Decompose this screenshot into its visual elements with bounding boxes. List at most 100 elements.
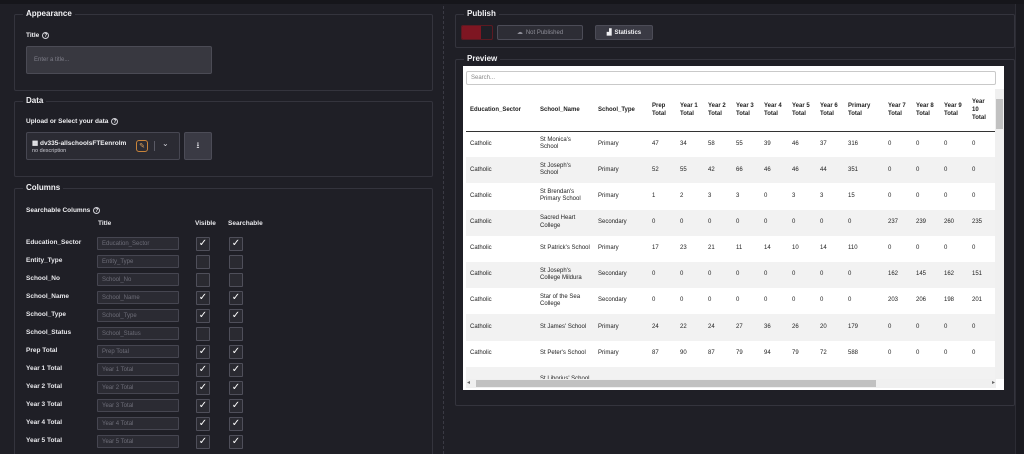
column-title-input[interactable]: Education_Sector <box>97 237 179 250</box>
column-title-input[interactable]: School_Name <box>97 291 179 304</box>
column-title-input[interactable]: School_No <box>97 273 179 286</box>
table-cell <box>732 366 760 379</box>
column-name: Year 4 Total <box>26 419 63 426</box>
visible-checkbox[interactable]: ✓ <box>196 381 210 395</box>
visible-checkbox[interactable]: ✓ <box>196 309 210 323</box>
column-title-input[interactable]: Year 5 Total <box>97 435 179 448</box>
table-cell: 44 <box>816 157 844 184</box>
table-cell: 1 <box>652 192 656 199</box>
column-title-input[interactable]: Year 1 Total <box>97 363 179 376</box>
chevron-down-icon[interactable]: ⌄ <box>162 139 169 148</box>
table-header-cell[interactable]: School_Name <box>536 89 594 132</box>
table-cell: Primary <box>594 157 648 184</box>
visible-checkbox[interactable] <box>196 255 210 269</box>
table-header-cell[interactable]: Year 4 Total <box>760 89 788 132</box>
table-header-cell[interactable]: Year 6 Total <box>816 89 844 132</box>
table-header-cell[interactable]: Year 3 Total <box>732 89 760 132</box>
table-cell: 237 <box>884 209 912 236</box>
table-cell: 52 <box>648 157 676 184</box>
table-header-cell[interactable]: Year 2 Total <box>704 89 732 132</box>
column-title-input[interactable]: School_Type <box>97 309 179 322</box>
table-cell <box>940 366 968 379</box>
searchable-checkbox[interactable] <box>229 273 243 287</box>
visible-checkbox[interactable]: ✓ <box>196 399 210 413</box>
searchable-checkbox[interactable]: ✓ <box>229 345 243 359</box>
table-header-cell[interactable]: Year 9 Total <box>940 89 968 132</box>
searchable-checkbox[interactable]: ✓ <box>229 291 243 305</box>
scroll-right-icon[interactable]: ▸ <box>992 379 995 386</box>
column-title-input[interactable]: Year 2 Total <box>97 381 179 394</box>
table-header-cell[interactable]: Prep Total <box>648 89 676 132</box>
column-title-input[interactable]: Year 4 Total <box>97 417 179 430</box>
searchable-checkbox[interactable] <box>229 255 243 269</box>
table-header-cell[interactable]: Year 10 Total <box>968 89 996 132</box>
searchable-checkbox[interactable]: ✓ <box>229 363 243 377</box>
horizontal-scrollbar[interactable]: ◂ ▸ <box>466 379 996 388</box>
visible-checkbox[interactable]: ✓ <box>196 237 210 251</box>
search-input[interactable]: Search... <box>466 71 996 85</box>
searchable-checkbox[interactable]: ✓ <box>229 381 243 395</box>
table-cell: 0 <box>792 297 796 304</box>
column-title-input[interactable]: Prep Total <box>97 345 179 358</box>
searchable-checkbox[interactable]: ✓ <box>229 417 243 431</box>
visible-checkbox[interactable]: ✓ <box>196 291 210 305</box>
table-header-cell[interactable]: Year 8 Total <box>912 89 940 132</box>
table-cell: 0 <box>648 261 676 289</box>
visible-checkbox[interactable]: ✓ <box>196 363 210 377</box>
table-row: St Liborius' School <box>466 366 996 379</box>
table-cell: 145 <box>912 261 940 289</box>
searchable-checkbox[interactable] <box>229 327 243 341</box>
table-cell <box>760 366 788 379</box>
publish-toggle[interactable] <box>461 25 493 40</box>
dataset-name: dv335-allschoolsFTEenrolm <box>39 140 127 147</box>
table-cell: Primary <box>598 192 619 199</box>
table-header-cell[interactable]: Year 1 Total <box>676 89 704 132</box>
table-cell: 316 <box>848 140 859 147</box>
searchable-checkbox[interactable]: ✓ <box>229 399 243 413</box>
vertical-scrollbar[interactable] <box>995 89 1004 379</box>
column-name: Year 1 Total <box>26 365 63 372</box>
table-cell: 235 <box>968 209 996 236</box>
visible-checkbox[interactable] <box>196 273 210 287</box>
toggle-track <box>462 26 481 39</box>
column-title-input[interactable]: Year 3 Total <box>97 399 179 412</box>
dataset-select[interactable]: ▦ dv335-allschoolsFTEenrolm no descripti… <box>26 132 180 160</box>
help-icon[interactable]: ? <box>93 207 101 214</box>
table-cell: 46 <box>788 157 816 184</box>
dataset-description: no description <box>32 148 67 154</box>
visible-checkbox[interactable]: ✓ <box>196 345 210 359</box>
horizontal-scroll-thumb[interactable] <box>476 380 876 387</box>
table-cell: 0 <box>972 245 976 252</box>
table-cell: 24 <box>648 314 676 341</box>
table-cell: 46 <box>792 140 799 147</box>
help-icon[interactable]: ? <box>111 118 119 125</box>
table-header-cell[interactable]: Primary Total <box>844 89 884 132</box>
title-input[interactable]: Enter a title... <box>26 46 212 74</box>
help-icon[interactable]: ? <box>42 32 50 39</box>
statistics-button[interactable]: ▟ Statistics <box>595 25 653 40</box>
table-cell: 0 <box>968 314 996 341</box>
table-cell: 11 <box>736 245 743 252</box>
searchable-checkbox[interactable]: ✓ <box>229 237 243 251</box>
table-cell: 21 <box>708 245 715 252</box>
column-title-input[interactable]: Entity_Type <box>97 255 179 268</box>
edit-dataset-icon[interactable]: ✎ <box>136 140 148 152</box>
table-header-cell[interactable]: School_Type <box>594 89 648 132</box>
table-header-cell[interactable]: Year 5 Total <box>788 89 816 132</box>
upload-button[interactable]: ⭳ <box>184 132 212 160</box>
scroll-left-icon[interactable]: ◂ <box>467 379 470 386</box>
table-header-cell[interactable]: Year 7 Total <box>884 89 912 132</box>
visible-checkbox[interactable]: ✓ <box>196 417 210 431</box>
searchable-checkbox[interactable]: ✓ <box>229 435 243 449</box>
table-cell: 0 <box>732 209 760 236</box>
table-cell: 0 <box>888 140 892 147</box>
table-cell: St Brendan's Primary School <box>540 188 581 203</box>
searchable-checkbox[interactable]: ✓ <box>229 309 243 323</box>
table-header-cell[interactable]: Education_Sector <box>466 89 536 132</box>
table-cell: 0 <box>888 349 892 356</box>
table-cell: Catholic <box>466 209 536 236</box>
vertical-scroll-thumb[interactable] <box>996 99 1003 129</box>
column-title-input[interactable]: School_Status <box>97 327 179 340</box>
visible-checkbox[interactable]: ✓ <box>196 435 210 449</box>
visible-checkbox[interactable] <box>196 327 210 341</box>
